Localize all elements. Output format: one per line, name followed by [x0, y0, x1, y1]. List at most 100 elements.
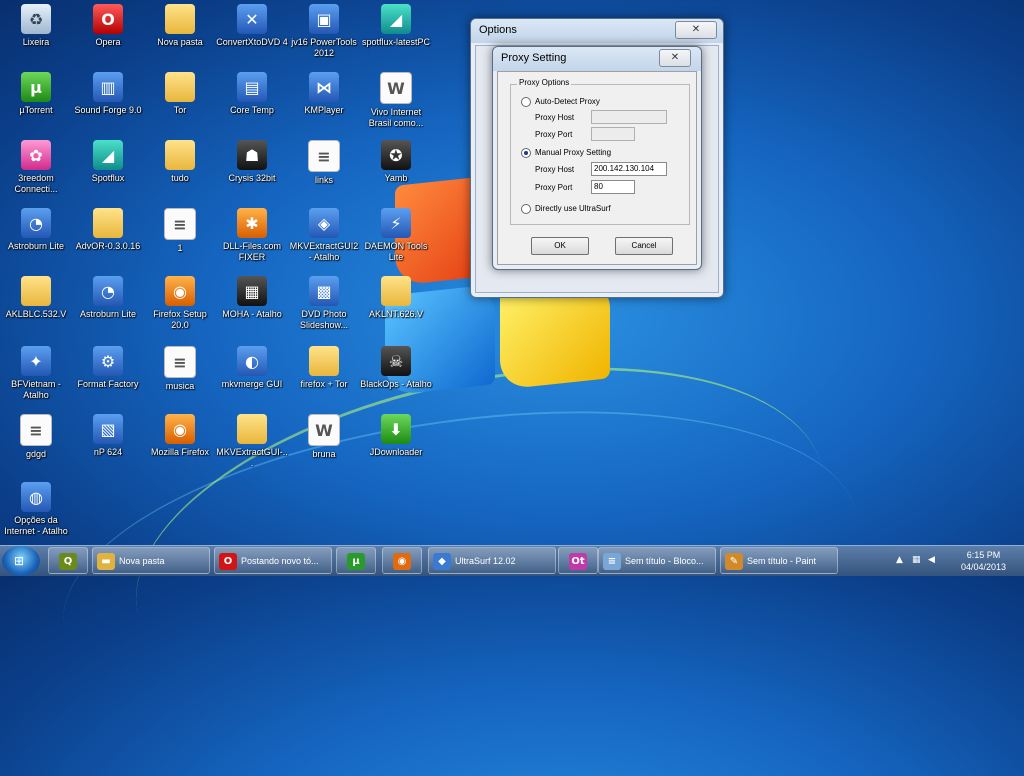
desktop-icon[interactable]: tudo: [144, 140, 216, 184]
desktop-icon[interactable]: ☗ Crysis 32bit: [216, 140, 288, 184]
manual-proxy-radio[interactable]: [521, 148, 531, 158]
taskbar-item-label: Nova pasta: [119, 556, 165, 566]
desktop-icon-label: AKLBLC.532.V: [5, 309, 67, 319]
taskbar-pinned-ot[interactable]: Ot: [558, 547, 598, 574]
manual-proxy-host-label: Proxy Host: [535, 165, 575, 174]
desktop-icon[interactable]: Wbruna: [288, 414, 360, 460]
desktop-icon[interactable]: ✦ BFVietnam - Atalho: [0, 346, 72, 401]
desktop-icon[interactable]: ◉ Mozilla Firefox: [144, 414, 216, 458]
desktop-icon[interactable]: ◈ MKVExtractGUI2 - Atalho: [288, 208, 360, 263]
desktop-icon-label: KMPlayer: [304, 105, 344, 115]
folder-icon: [237, 414, 267, 444]
start-button[interactable]: ⊞: [2, 546, 40, 576]
desktop-icon[interactable]: W Vivo Internet Brasil como...: [360, 72, 432, 129]
taskbar-pinned-firefox[interactable]: ◉: [382, 547, 422, 574]
desktop-icon[interactable]: MKVExtractGUI-...: [216, 414, 288, 469]
desktop-icon[interactable]: ▧ nP 624: [72, 414, 144, 458]
folder-icon: [165, 72, 195, 102]
desktop-icon[interactable]: ✕ ConvertXtoDVD 4: [216, 4, 288, 48]
spotflux-icon: ◢: [381, 4, 411, 34]
desktop-icon[interactable]: ⋈ KMPlayer: [288, 72, 360, 116]
auto-proxy-host-input[interactable]: [591, 110, 667, 124]
taskbar-item-label: Sem título - Bloco...: [625, 556, 704, 566]
dll-fixer-icon: ✱: [237, 208, 267, 238]
cancel-button[interactable]: Cancel: [615, 237, 673, 255]
desktop-icon[interactable]: ✱ DLL-Files.com FIXER: [216, 208, 288, 263]
mkvextract-icon: ◈: [309, 208, 339, 238]
pinned-ot-icon: Ot: [569, 553, 587, 570]
bfvietnam-icon: ✦: [21, 346, 51, 376]
taskbar-item-notepad[interactable]: ≡ Sem título - Bloco...: [598, 547, 716, 574]
desktop-icon[interactable]: ≡ 1: [144, 208, 216, 254]
desktop-icon-label: Core Temp: [230, 105, 274, 115]
desktop-icon[interactable]: ▦ MOHA - Atalho: [216, 276, 288, 320]
desktop-icon-label: bruna: [312, 449, 336, 459]
direct-ultrasurf-radio[interactable]: [521, 204, 531, 214]
desktop-icon[interactable]: ▩ DVD Photo Slideshow...: [288, 276, 360, 331]
desktop-icon[interactable]: ◐ mkvmerge GUI: [216, 346, 288, 390]
show-hidden-icons-icon[interactable]: ▲: [896, 555, 903, 565]
desktop-icon[interactable]: ◢ Spotflux: [72, 140, 144, 184]
desktop-icon-label: Tor: [173, 105, 187, 115]
network-icon[interactable]: ▦: [912, 555, 921, 565]
folder-icon: [21, 276, 51, 306]
convertxtodvd-icon: ✕: [237, 4, 267, 34]
desktop-icon[interactable]: Tor: [144, 72, 216, 116]
desktop-icon[interactable]: µ µTorrent: [0, 72, 72, 116]
desktop-icon[interactable]: firefox + Tor: [288, 346, 360, 390]
desktop-icon[interactable]: ◔ Astroburn Lite: [0, 208, 72, 252]
desktop-icon[interactable]: O Opera: [72, 4, 144, 48]
ok-button[interactable]: OK: [531, 237, 589, 255]
auto-proxy-port-input[interactable]: [591, 127, 635, 141]
system-tray: ▲ ▦ ◀ 6:15 PM 04/04/2013: [894, 546, 1024, 576]
desktop-icon-label: AdvOR-0.3.0.16: [75, 241, 141, 251]
taskbar-item-nova-pasta[interactable]: ▬ Nova pasta: [92, 547, 210, 574]
volume-icon[interactable]: ◀: [928, 555, 935, 565]
desktop-icon[interactable]: ◢ spotflux-latestPC: [360, 4, 432, 48]
desktop-icon[interactable]: ◔ Astroburn Lite: [72, 276, 144, 320]
jv16-icon: ▣: [309, 4, 339, 34]
desktop-icon-label: Sound Forge 9.0: [74, 105, 142, 115]
desktop-icon-label: 3reedom Connecti...: [14, 173, 58, 194]
desktop-icon-label: Mozilla Firefox: [150, 447, 209, 457]
taskbar-pinned-utorrent[interactable]: µ: [336, 547, 376, 574]
auto-detect-radio[interactable]: [521, 97, 531, 107]
desktop-icon[interactable]: ✿ 3reedom Connecti...: [0, 140, 72, 195]
manual-proxy-host-input[interactable]: [591, 162, 667, 176]
taskbar-pinned-quicktime[interactable]: Q: [48, 547, 88, 574]
daemon-tools-icon: ⚡: [381, 208, 411, 238]
desktop-icon-label: MKVExtractGUI2 - Atalho: [289, 241, 359, 262]
astroburn-icon: ◔: [21, 208, 51, 238]
desktop-icon[interactable]: ≡ musica: [144, 346, 216, 392]
desktop-icon[interactable]: AKLNT.626.V: [360, 276, 432, 320]
proxy-close-button[interactable]: ✕: [659, 49, 691, 67]
desktop-icon[interactable]: ◉ Firefox Setup 20.0: [144, 276, 216, 331]
desktop-icon[interactable]: ♻ Lixeira: [0, 4, 72, 48]
desktop-icon-label: Lixeira: [22, 37, 50, 47]
desktop-icon[interactable]: ▤ Core Temp: [216, 72, 288, 116]
folder-icon: [381, 276, 411, 306]
desktop-icon[interactable]: ▥ Sound Forge 9.0: [72, 72, 144, 116]
desktop-icon[interactable]: ▣ jv16 PowerTools 2012: [288, 4, 360, 59]
desktop-icon[interactable]: ◍ Opções da Internet - Atalho: [0, 482, 72, 537]
desktop-icon-label: mkvmerge GUI: [221, 379, 283, 389]
manual-proxy-port-input[interactable]: [591, 180, 635, 194]
pinned-quicktime-icon: Q: [59, 553, 77, 570]
desktop-icon[interactable]: ⚡ DAEMON Tools Lite: [360, 208, 432, 263]
core-temp-icon: ▤: [237, 72, 267, 102]
desktop-icon[interactable]: ✪ Yamb: [360, 140, 432, 184]
desktop-icon[interactable]: Nova pasta: [144, 4, 216, 48]
desktop-icon[interactable]: ⚙ Format Factory: [72, 346, 144, 390]
clock[interactable]: 6:15 PM 04/04/2013: [961, 549, 1006, 573]
desktop-icon[interactable]: AdvOR-0.3.0.16: [72, 208, 144, 252]
taskbar-item-ultrasurf[interactable]: ◆ UltraSurf 12.02: [428, 547, 556, 574]
desktop-icon[interactable]: ⬇ JDownloader: [360, 414, 432, 458]
desktop-icon[interactable]: ≡ links: [288, 140, 360, 186]
options-close-button[interactable]: ✕: [675, 21, 717, 39]
taskbar-item-opera[interactable]: O Postando novo tó...: [214, 547, 332, 574]
taskbar-item-paint[interactable]: ✎ Sem título - Paint: [720, 547, 838, 574]
desktop-icon[interactable]: ☠ BlackOps - Atalho: [360, 346, 432, 390]
desktop-icon[interactable]: ≡ gdgd: [0, 414, 72, 460]
desktop-icon[interactable]: AKLBLC.532.V: [0, 276, 72, 320]
word-document-icon: W: [380, 72, 412, 104]
